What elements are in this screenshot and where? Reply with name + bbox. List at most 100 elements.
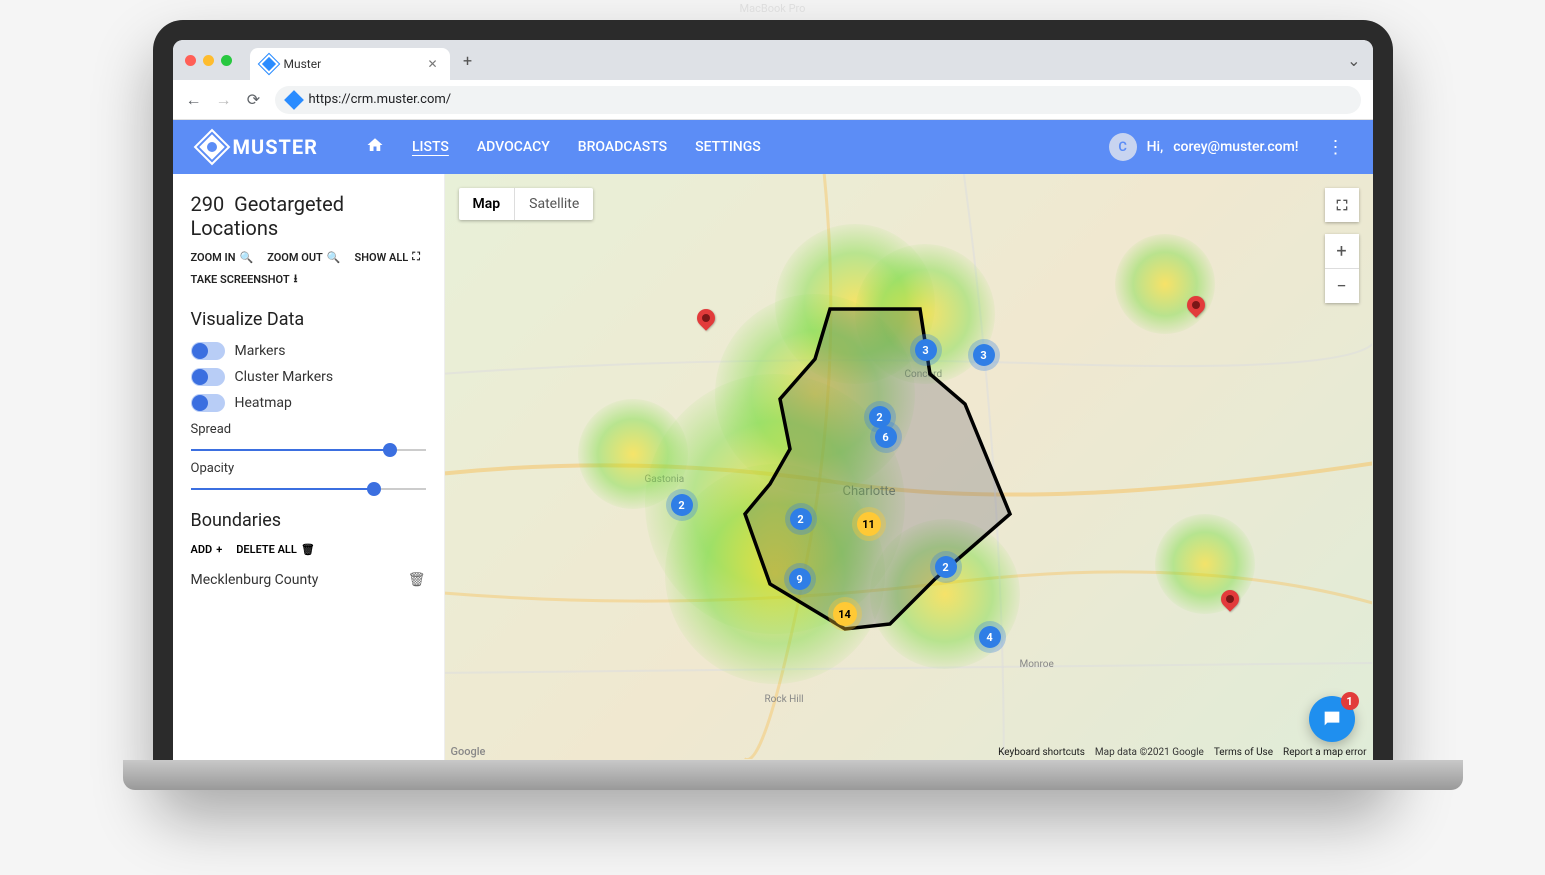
heatmap-blob bbox=[1115, 234, 1215, 334]
crop-free-icon: ⛶ bbox=[412, 250, 420, 264]
cluster-marker[interactable]: 9 bbox=[789, 568, 811, 590]
window-minimize-dot[interactable] bbox=[203, 55, 214, 66]
fullscreen-button[interactable] bbox=[1325, 188, 1359, 222]
cluster-marker[interactable]: 2 bbox=[790, 508, 812, 530]
map-zoom-out-button[interactable]: − bbox=[1325, 269, 1359, 303]
keyboard-shortcuts-link[interactable]: Keyboard shortcuts bbox=[998, 747, 1085, 758]
heatmap-blob bbox=[775, 224, 935, 384]
map-type-control: Map Satellite bbox=[459, 188, 594, 220]
add-boundary-button[interactable]: ADD + bbox=[191, 543, 223, 556]
cluster-marker[interactable]: 6 bbox=[875, 426, 897, 448]
more-icon[interactable]: ⋮ bbox=[1327, 137, 1345, 158]
map-type-satellite[interactable]: Satellite bbox=[515, 188, 593, 220]
chat-widget[interactable]: 1 bbox=[1309, 696, 1355, 742]
nav-home-icon[interactable] bbox=[366, 136, 384, 158]
url-text: https://crm.muster.com/ bbox=[309, 92, 452, 107]
browser-tab-strip: Muster ✕ + ⌄ bbox=[173, 40, 1373, 80]
download-icon: ⭳ bbox=[294, 270, 298, 289]
page-title: 290 Geotargeted Locations bbox=[191, 192, 426, 240]
road-network-decorative bbox=[445, 174, 1373, 759]
city-label: Gastonia bbox=[645, 474, 685, 485]
cluster-marker[interactable]: 4 bbox=[979, 626, 1001, 648]
chat-badge: 1 bbox=[1341, 692, 1359, 710]
city-label: Rock Hill bbox=[765, 694, 804, 705]
zoom-in-button[interactable]: ZOOM IN 🔍 bbox=[191, 250, 254, 264]
window-maximize-dot[interactable] bbox=[221, 55, 232, 66]
heatmap-blob bbox=[715, 294, 915, 494]
heatmap-blob bbox=[578, 399, 688, 509]
trash-icon: 🗑 bbox=[301, 543, 315, 556]
boundary-name: Mecklenburg County bbox=[191, 572, 319, 588]
toggle-heatmap[interactable] bbox=[191, 394, 225, 412]
spread-slider[interactable] bbox=[191, 449, 426, 451]
boundary-item: Mecklenburg County 🗑 bbox=[191, 556, 426, 604]
new-tab-button[interactable]: + bbox=[458, 50, 478, 70]
heatmap-blob bbox=[665, 464, 885, 684]
cluster-marker[interactable]: 2 bbox=[869, 406, 891, 428]
tab-close-icon[interactable]: ✕ bbox=[427, 57, 437, 71]
opacity-label: Opacity bbox=[191, 461, 426, 476]
zoom-control: + − bbox=[1325, 234, 1359, 303]
brand-logo[interactable]: MUSTER bbox=[201, 135, 318, 159]
city-label: Concord bbox=[905, 369, 943, 380]
location-pin-icon[interactable] bbox=[693, 305, 718, 330]
cluster-marker[interactable]: 3 bbox=[915, 339, 937, 361]
opacity-slider[interactable] bbox=[191, 488, 426, 490]
nav-advocacy[interactable]: ADVOCACY bbox=[477, 139, 550, 155]
url-input[interactable]: https://crm.muster.com/ bbox=[275, 86, 1361, 114]
location-pin-icon[interactable] bbox=[1217, 586, 1242, 611]
nav-settings[interactable]: SETTINGS bbox=[695, 139, 761, 155]
app-header: MUSTER LISTS ADVOCACY BROADCASTS SETTING… bbox=[173, 120, 1373, 174]
window-close-dot[interactable] bbox=[185, 55, 196, 66]
logo-icon bbox=[196, 131, 227, 162]
toggle-markers[interactable] bbox=[191, 342, 225, 360]
take-screenshot-button[interactable]: TAKE SCREENSHOT ⭳ bbox=[191, 270, 298, 289]
back-icon[interactable]: ← bbox=[185, 90, 203, 110]
map-type-map[interactable]: Map bbox=[459, 188, 515, 220]
cluster-marker[interactable]: 11 bbox=[857, 512, 881, 536]
avatar: C bbox=[1109, 133, 1137, 161]
delete-boundary-icon[interactable]: 🗑 bbox=[408, 572, 426, 588]
zoom-in-icon: 🔍 bbox=[240, 251, 254, 264]
forward-icon[interactable]: → bbox=[215, 90, 233, 110]
zoom-out-button[interactable]: ZOOM OUT 🔍 bbox=[267, 250, 340, 264]
heatmap-blob bbox=[855, 244, 995, 384]
google-logo: Google bbox=[451, 745, 486, 758]
tab-favicon-icon bbox=[259, 54, 279, 74]
cluster-marker[interactable]: 2 bbox=[671, 494, 693, 516]
city-label: Monroe bbox=[1020, 659, 1054, 670]
user-email: corey@muster.com! bbox=[1173, 139, 1298, 155]
delete-all-boundaries-button[interactable]: DELETE ALL 🗑 bbox=[236, 543, 315, 556]
toggle-cluster-markers[interactable] bbox=[191, 368, 225, 386]
tabs-overflow-icon[interactable]: ⌄ bbox=[1347, 51, 1360, 70]
map-canvas[interactable]: Charlotte Concord Gastonia Rock Hill Mon… bbox=[445, 174, 1373, 760]
heatmap-blob bbox=[870, 519, 1020, 669]
map-data-text: Map data ©2021 Google bbox=[1095, 747, 1204, 758]
show-all-button[interactable]: SHOW ALL ⛶ bbox=[355, 250, 420, 264]
refresh-icon[interactable]: ⟳ bbox=[245, 90, 263, 109]
zoom-out-icon: 🔍 bbox=[327, 251, 341, 264]
report-error-link[interactable]: Report a map error bbox=[1283, 747, 1366, 758]
nav-lists[interactable]: LISTS bbox=[412, 139, 449, 155]
map-zoom-in-button[interactable]: + bbox=[1325, 234, 1359, 268]
browser-toolbar: ← → ⟳ https://crm.muster.com/ bbox=[173, 80, 1373, 120]
cluster-marker[interactable]: 3 bbox=[973, 344, 995, 366]
browser-tab[interactable]: Muster ✕ bbox=[250, 48, 450, 80]
location-pin-icon[interactable] bbox=[1183, 292, 1208, 317]
user-menu[interactable]: C Hi, corey@muster.com! bbox=[1109, 133, 1299, 161]
left-panel: 290 Geotargeted Locations ZOOM IN 🔍 ZOOM… bbox=[173, 174, 445, 760]
nav-broadcasts[interactable]: BROADCASTS bbox=[578, 139, 667, 155]
toggle-markers-label: Markers bbox=[235, 343, 286, 359]
city-label: Charlotte bbox=[843, 484, 896, 499]
terms-link[interactable]: Terms of Use bbox=[1214, 747, 1273, 758]
plus-icon: + bbox=[216, 543, 222, 556]
cluster-marker[interactable]: 2 bbox=[935, 556, 957, 578]
spread-label: Spread bbox=[191, 422, 426, 437]
site-identity-icon bbox=[284, 90, 304, 110]
visualize-heading: Visualize Data bbox=[191, 309, 426, 330]
toggle-cluster-markers-label: Cluster Markers bbox=[235, 369, 334, 385]
greeting-prefix: Hi, bbox=[1147, 139, 1164, 155]
tab-title: Muster bbox=[284, 57, 322, 71]
cluster-marker[interactable]: 14 bbox=[833, 602, 857, 626]
device-label: MacBook Pro bbox=[740, 2, 806, 15]
